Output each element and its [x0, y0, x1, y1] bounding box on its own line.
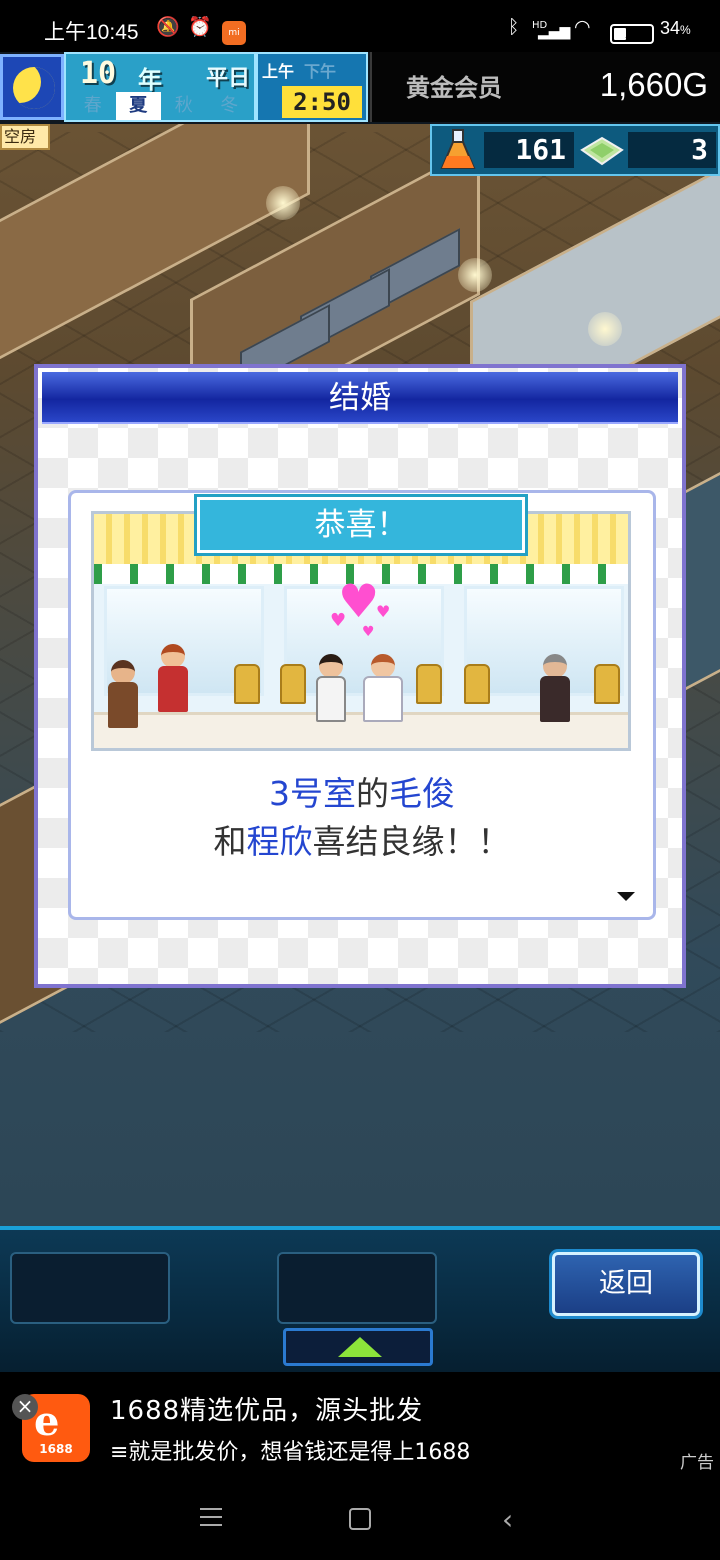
clock-time: 2:50: [282, 86, 362, 118]
year-number: 10: [80, 56, 117, 91]
signal-icon: ▂▄▆: [538, 24, 571, 40]
status-time: 上午10:45: [44, 21, 139, 44]
vacant-room-tag[interactable]: 空房: [0, 124, 50, 150]
marriage-dialog[interactable]: 结婚 ♥ ♥ ♥ ♥ 恭喜！ 3号室的毛俊 和程欣喜结良缘！！: [34, 364, 686, 988]
expand-menu-button[interactable]: [283, 1328, 433, 1366]
ad-subtitle[interactable]: ≡就是批发价，想省钱还是得上1688: [110, 1434, 470, 1466]
mi-app-icon: mi: [222, 21, 246, 45]
bottom-panel: 返回: [0, 1226, 720, 1372]
ad-tag: 广告: [680, 1453, 714, 1473]
menu-slot-left[interactable]: [10, 1252, 170, 1324]
ad-title[interactable]: 1688精选优品，源头批发: [110, 1390, 423, 1427]
wifi-icon: ◠: [574, 16, 591, 38]
conjunction: 和: [213, 822, 247, 861]
ad-banner[interactable]: e 1688 × 1688精选优品，源头批发 ≡就是批发价，想省钱还是得上168…: [0, 1372, 720, 1476]
chapel-chair: [416, 664, 442, 704]
chapel-chair: [594, 664, 620, 704]
lamp-glow: [458, 258, 492, 292]
battery-percent: 34%: [660, 18, 691, 38]
room-number: 3号室: [269, 774, 356, 813]
groom-character: [316, 654, 346, 722]
moon-icon: [13, 67, 55, 109]
guest-character: [108, 660, 138, 728]
ad-close-icon[interactable]: ×: [12, 1394, 38, 1420]
flask-icon: [440, 129, 476, 169]
heart-icon: ♥: [362, 624, 375, 640]
bluetooth-icon: ᛒ: [508, 16, 520, 38]
pm-label: 下午: [304, 62, 337, 81]
research-points: 161: [484, 132, 574, 168]
marriage-text: 喜结良缘！！: [312, 822, 511, 861]
message-line-2: 和程欣喜结良缘！！: [71, 815, 653, 863]
menu-slot-center[interactable]: [277, 1252, 437, 1324]
bride-character: [363, 654, 403, 722]
message-box[interactable]: ♥ ♥ ♥ ♥ 恭喜！ 3号室的毛俊 和程欣喜结良缘！！: [68, 490, 656, 920]
season-row: 春 夏 秋 冬: [70, 92, 252, 120]
season-winter: 冬: [220, 95, 239, 116]
season-summer: 夏: [115, 92, 161, 120]
guest-character: [158, 644, 188, 712]
alarm-icon: ⏰: [188, 16, 212, 38]
lamp-glow: [588, 312, 622, 346]
congrats-text: 恭喜！: [314, 507, 408, 543]
system-nav-bar: ‹: [0, 1476, 720, 1560]
dialog-title-bar: 结婚: [42, 372, 678, 424]
clock-panel[interactable]: 上午 下午 2:50: [256, 52, 368, 122]
season-spring: 春: [83, 95, 102, 116]
night-indicator[interactable]: [0, 54, 64, 120]
chapel-chair: [280, 664, 306, 704]
am-label: 上午: [262, 62, 295, 81]
ticket-count: 3: [628, 132, 716, 168]
top-hud: 10 年 平日 春 夏 秋 冬 上午 下午 2:50 黄金会员 1,660G: [0, 52, 720, 124]
back-button[interactable]: 返回: [552, 1252, 700, 1316]
back-label: 返回: [599, 1268, 653, 1299]
heart-icon: ♥: [330, 610, 347, 631]
membership-label: 黄金会员: [406, 74, 502, 102]
particle: 的: [356, 774, 389, 813]
money-value: 1,660G: [599, 66, 708, 103]
season-autumn: 秋: [174, 95, 193, 116]
continue-arrow-icon[interactable]: [617, 892, 635, 901]
day-label: 平日: [206, 66, 251, 91]
recents-icon[interactable]: [200, 1508, 222, 1526]
priest-character: [540, 654, 570, 722]
dialog-title: 结婚: [329, 380, 391, 416]
ad-logo-text: 1688: [39, 1442, 73, 1456]
chapel-chair: [464, 664, 490, 704]
up-arrow-icon: [338, 1337, 382, 1357]
nav-back-icon[interactable]: ‹: [502, 1506, 513, 1534]
heart-icon: ♥: [376, 602, 391, 621]
chapel-chair: [234, 664, 260, 704]
battery-charging-icon: ⚡: [610, 23, 654, 44]
money-panel[interactable]: 黄金会员 1,660G: [370, 52, 720, 122]
congrats-banner: 恭喜！: [194, 494, 528, 556]
groom-name: 毛俊: [389, 774, 455, 813]
lamp-glow: [266, 186, 300, 220]
date-panel[interactable]: 10 年 平日 春 夏 秋 冬: [64, 52, 256, 122]
bolt-icon: ⚡: [624, 23, 636, 42]
resource-bar[interactable]: 161 3: [430, 124, 720, 176]
home-icon[interactable]: [349, 1508, 371, 1530]
ticket-icon: [580, 136, 624, 166]
message-line-1: 3号室的毛俊: [71, 767, 653, 815]
status-bar: 上午10:45 🔕 ⏰ mi ᛒ HD ▂▄▆ ◠ ⚡ 34%: [0, 0, 720, 52]
mute-icon: 🔕: [156, 16, 180, 38]
bride-name: 程欣: [246, 822, 313, 861]
year-unit: 年: [138, 66, 162, 94]
